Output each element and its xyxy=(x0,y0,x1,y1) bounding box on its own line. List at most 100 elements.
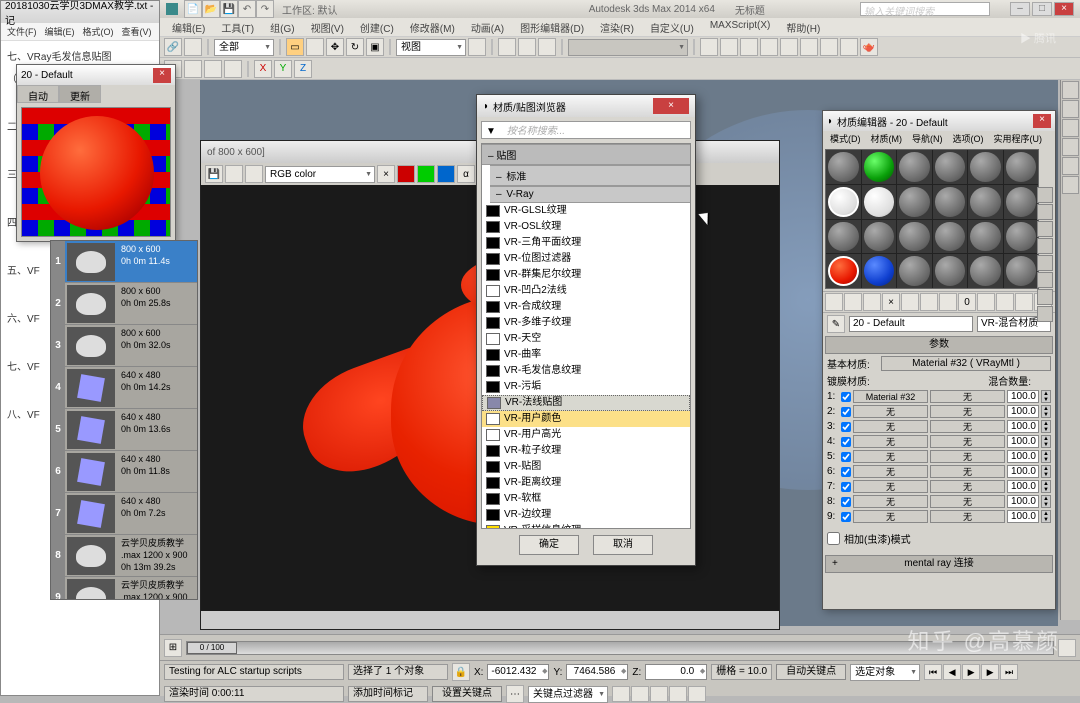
timeline-track[interactable]: 0 / 100 xyxy=(186,641,1054,655)
undo-icon[interactable]: ↶ xyxy=(238,0,256,18)
menu-create[interactable]: 创建(C) xyxy=(352,18,402,36)
clear-icon[interactable]: × xyxy=(377,165,395,183)
display-panel-icon[interactable] xyxy=(1062,157,1079,175)
map-item[interactable]: VR-粒子纹理 xyxy=(482,443,690,459)
material-slot[interactable] xyxy=(826,185,861,219)
history-row[interactable]: 9 云学贝皮质教学 .max 1200 x 900 0h 3m 28.4s xyxy=(51,577,197,600)
app-titlebar[interactable]: 📄 📂 💾 ↶ ↷ 工作区: 默认 Autodesk 3ds Max 2014 … xyxy=(160,0,1080,18)
red-channel-icon[interactable] xyxy=(397,165,415,183)
blend-amount-input[interactable]: 100.0 xyxy=(1007,510,1039,523)
snap3-icon[interactable] xyxy=(204,60,222,78)
background-icon[interactable] xyxy=(1037,221,1053,237)
play-icon[interactable]: ▶ xyxy=(962,664,980,680)
blend-amount-input[interactable]: 100.0 xyxy=(1007,420,1039,433)
get-material-icon[interactable] xyxy=(825,293,843,311)
matsample-tab-auto[interactable]: 自动 xyxy=(17,85,59,103)
menu-modifier[interactable]: 修改器(M) xyxy=(402,18,463,36)
scale-icon[interactable]: ▣ xyxy=(366,38,384,56)
coat-material-button[interactable]: 无 xyxy=(853,510,928,523)
spinner-icon[interactable]: ▲▼ xyxy=(1041,465,1051,478)
matedit-titlebar[interactable]: ◗ 材质编辑器 - 20 - Default × xyxy=(823,111,1055,131)
axis-x-icon[interactable]: X xyxy=(254,60,272,78)
goto-end-icon[interactable]: ⏭ xyxy=(1000,664,1018,680)
blend-enable-checkbox[interactable] xyxy=(841,467,851,477)
blend-map-button[interactable]: 无 xyxy=(930,405,1005,418)
zoom-extents-icon[interactable] xyxy=(612,686,630,702)
link-icon[interactable]: 🔗 xyxy=(164,38,182,56)
alpha-channel-icon[interactable]: α xyxy=(457,165,475,183)
matsample-tab-update[interactable]: 更新 xyxy=(59,85,101,103)
green-channel-icon[interactable] xyxy=(417,165,435,183)
map-item[interactable]: VR-毛发信息纹理 xyxy=(482,363,690,379)
blend-enable-checkbox[interactable] xyxy=(841,392,851,402)
material-slot[interactable] xyxy=(826,254,861,288)
material-slot[interactable] xyxy=(862,254,897,288)
spinner-icon[interactable]: ▲▼ xyxy=(1041,450,1051,463)
pivot-icon[interactable] xyxy=(468,38,486,56)
material-slot[interactable] xyxy=(897,185,932,219)
select-name-icon[interactable] xyxy=(306,38,324,56)
map-item[interactable]: VR-污垢 xyxy=(482,379,690,395)
mirror-icon[interactable] xyxy=(700,38,718,56)
schematic-icon[interactable] xyxy=(780,38,798,56)
blend-map-button[interactable]: 无 xyxy=(930,480,1005,493)
video-check-icon[interactable] xyxy=(1037,255,1053,271)
named-selection-combo[interactable] xyxy=(568,39,688,56)
material-slot[interactable] xyxy=(933,220,968,254)
coord-x-input[interactable]: -6012.432 xyxy=(487,664,549,680)
save-icon[interactable]: 💾 xyxy=(220,0,238,18)
coat-material-button[interactable]: 无 xyxy=(853,495,928,508)
render-frame-scrollbar[interactable] xyxy=(201,611,779,629)
new-icon[interactable]: 📄 xyxy=(184,0,202,18)
browser-close-icon[interactable]: × xyxy=(653,98,689,114)
history-row[interactable]: 4 640 x 4800h 0m 14.2s xyxy=(51,367,197,409)
spinner-icon[interactable]: ▲▼ xyxy=(1041,480,1051,493)
additive-checkbox[interactable] xyxy=(827,532,840,545)
add-time-tag[interactable]: 添加时间标记 xyxy=(348,686,428,702)
menu-animation[interactable]: 动画(A) xyxy=(463,18,512,36)
blend-enable-checkbox[interactable] xyxy=(841,497,851,507)
map-item[interactable]: VR-曲率 xyxy=(482,347,690,363)
blend-enable-checkbox[interactable] xyxy=(841,407,851,417)
menu-edit[interactable]: 编辑(E) xyxy=(164,18,213,36)
blend-amount-input[interactable]: 100.0 xyxy=(1007,465,1039,478)
menu-tools[interactable]: 工具(T) xyxy=(213,18,262,36)
percent-snap-icon[interactable] xyxy=(538,38,556,56)
put-to-lib-icon[interactable] xyxy=(939,293,957,311)
minimize-button[interactable]: – xyxy=(1010,2,1030,16)
put-to-scene-icon[interactable] xyxy=(844,293,862,311)
maximize-button[interactable]: □ xyxy=(1032,2,1052,16)
open-icon[interactable]: 📂 xyxy=(202,0,220,18)
backlight-icon[interactable] xyxy=(1037,204,1053,220)
save-image-icon[interactable]: 💾 xyxy=(205,165,223,183)
select-by-mat-icon[interactable] xyxy=(1037,306,1053,322)
show-end-result-icon[interactable] xyxy=(996,293,1014,311)
material-slot[interactable] xyxy=(862,185,897,219)
blue-channel-icon[interactable] xyxy=(437,165,455,183)
menu-help[interactable]: 帮助(H) xyxy=(778,18,828,36)
blend-enable-checkbox[interactable] xyxy=(841,482,851,492)
map-item[interactable]: VR-软框 xyxy=(482,491,690,507)
blend-map-button[interactable]: 无 xyxy=(930,495,1005,508)
options-icon[interactable] xyxy=(1037,289,1053,305)
modify-panel-icon[interactable] xyxy=(1062,100,1079,118)
render-setup-icon[interactable] xyxy=(820,38,838,56)
render-frame-icon[interactable] xyxy=(840,38,858,56)
blend-amount-input[interactable]: 100.0 xyxy=(1007,450,1039,463)
motion-panel-icon[interactable] xyxy=(1062,138,1079,156)
notepad-menu-view[interactable]: 查看(V) xyxy=(118,23,156,40)
align-icon[interactable] xyxy=(720,38,738,56)
pan-icon[interactable] xyxy=(650,686,668,702)
coat-material-button[interactable]: 无 xyxy=(853,450,928,463)
history-row[interactable]: 7 640 x 4800h 0m 7.2s xyxy=(51,493,197,535)
channel-combo[interactable]: RGB color xyxy=(265,166,375,183)
spinner-icon[interactable]: ▲▼ xyxy=(1041,510,1051,523)
material-slot[interactable] xyxy=(933,185,968,219)
notepad-titlebar[interactable]: 20181030云学贝3DMAX教学.txt - 记 xyxy=(1,1,159,23)
axis-y-icon[interactable]: Y xyxy=(274,60,292,78)
matedit-menu-material[interactable]: 材质(M) xyxy=(866,131,908,147)
blend-enable-checkbox[interactable] xyxy=(841,452,851,462)
material-slot[interactable] xyxy=(826,220,861,254)
material-slot[interactable] xyxy=(968,150,1003,184)
material-slot[interactable] xyxy=(968,185,1003,219)
